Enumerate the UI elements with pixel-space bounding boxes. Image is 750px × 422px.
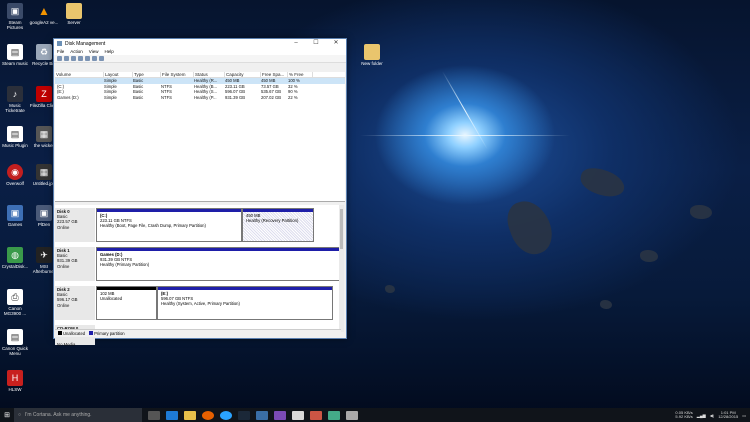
menu-bar: File Action View Help [54,48,346,55]
cortana-search[interactable]: ○ I'm Cortana. Ask me anything. [14,408,142,422]
afterburner-icon: ✈ [36,247,52,263]
back-icon[interactable] [57,56,62,61]
app-icon: ♪ [7,86,23,102]
disk-graphical-view: Disk 0 Basic 223.57 GB Online (C:) 223.11… [55,205,341,347]
vertical-scrollbar[interactable] [339,205,344,332]
notification-icon[interactable]: ▭ [742,413,746,418]
close-button[interactable]: ✕ [326,39,346,48]
desktop-icon-new-folder[interactable]: New folder [357,44,387,66]
column-layout[interactable]: Layout [104,72,133,77]
help-icon[interactable] [78,56,83,61]
properties-icon[interactable] [85,56,90,61]
desktop-icon-music-plugin[interactable]: ▤ Music Plugin [0,126,30,148]
folder-icon: ▣ [7,205,23,221]
partition-unallocated[interactable]: 102 MB Unallocated [96,286,157,320]
folder-icon [66,3,82,19]
disk-management-icon [57,41,62,46]
firefox-icon[interactable] [202,410,214,420]
disk-row-0: Disk 0 Basic 223.57 GB Online (C:) 223.11… [55,208,341,242]
column-type[interactable]: Type [133,72,161,77]
desktop-icon-crystaldisk[interactable]: ◍ CrystalDisk... [0,247,30,269]
title-bar[interactable]: Disk Management – ☐ ✕ [54,39,346,48]
desktop-icon-music-ticketrate[interactable]: ♪ Music Ticketrate [0,86,30,113]
disk-management-taskbar-icon[interactable] [346,410,358,420]
document-icon: ▤ [7,44,23,60]
desktop-icon-steam-pictures[interactable]: ▣ Steam Pictures [0,3,30,30]
partition-recovery[interactable]: 450 MB Healthy (Recovery Partition) [242,208,314,242]
overwolf-icon: ◉ [7,164,23,180]
clock[interactable]: 1:01 PM 12/28/2015 [718,410,738,420]
minimize-button[interactable]: – [286,39,306,48]
printer-icon: ⎙ [7,289,23,305]
network-download-rate: 5.92 KB/s [675,414,693,419]
hlsw-icon: H [7,370,23,386]
menu-file[interactable]: File [57,49,64,54]
app-icon[interactable] [328,410,340,420]
volume-icon[interactable]: ◀) [710,413,714,418]
column-file-system[interactable]: File System [161,72,194,77]
desktop-icon-vlc[interactable]: ▲ googleA2 ve... [29,3,59,26]
menu-action[interactable]: Action [70,49,83,54]
desktop-icon-server[interactable]: Server [59,3,89,25]
edge-icon[interactable] [166,410,178,420]
image-icon: ▦ [36,164,52,180]
desktop-icon-hlsw[interactable]: H HLSW [0,370,30,392]
volume-list: Volume Layout Type File System Status Ca… [55,72,345,202]
forward-icon[interactable] [64,56,69,61]
image-icon: ▦ [36,126,52,142]
recycle-bin-icon: ♻ [36,44,52,60]
app-icon: ▣ [36,205,52,221]
start-button[interactable]: ⊞ [0,408,14,422]
window-title: Disk Management [65,40,106,47]
toolbar [54,55,346,63]
desktop-icon-games[interactable]: ▣ Games [0,205,30,227]
disk-label[interactable]: Disk 2 Basic 596.17 GB Online [55,286,95,320]
table-row[interactable]: Games (D:) Simple Basic NTFS Healthy (P... 93… [55,95,345,101]
partition-c[interactable]: (C:) 223.11 GB NTFS Healthy (Boot, Page Fi… [96,208,242,242]
column-capacity[interactable]: Capacity [225,72,261,77]
maximize-button[interactable]: ☐ [306,39,326,48]
disk-icon: ◍ [7,247,23,263]
desktop-icon-canon-quick-menu[interactable]: ▤ Canon Quick Menu [0,329,30,356]
app-icon[interactable] [310,410,322,420]
column-status[interactable]: Status [194,72,225,77]
desktop-icon-overwolf[interactable]: ◉ Overwolf [0,164,30,186]
menu-help[interactable]: Help [104,49,113,54]
app-icon[interactable] [256,410,268,420]
desktop-icon-steam-music[interactable]: ▤ Steam music [0,44,30,66]
app-icon: ▤ [7,329,23,345]
filezilla-icon: Z [36,86,52,102]
column-free-space[interactable]: Free Spa... [261,72,288,77]
partition-e[interactable]: (E:) 596.07 GB NTFS Healthy (System, Activ… [157,286,333,320]
desktop-icon-canon-mg3900[interactable]: ⎙ Canon MG3900 ... [0,289,30,316]
folder-icon [364,44,380,60]
legend: Unallocated Primary partition [55,329,341,337]
steam-icon[interactable] [238,410,250,420]
chrome-icon[interactable] [220,410,232,420]
column-volume[interactable]: Volume [55,72,104,77]
disk-label[interactable]: Disk 1 Basic 931.39 GB Online [55,247,95,281]
menu-view[interactable]: View [89,49,99,54]
app-icon[interactable] [274,410,286,420]
vlc-icon: ▲ [38,3,50,18]
document-icon: ▤ [7,126,23,142]
disk-row-2: Disk 2 Basic 596.17 GB Online 102 MB Unal… [55,286,341,320]
taskbar: ⊞ ○ I'm Cortana. Ask me anything. 0.05 K… [0,408,750,422]
disk-row-1: Disk 1 Basic 931.39 GB Online Games (D:)… [55,247,341,281]
refresh-icon[interactable] [92,56,97,61]
column-percent-free[interactable]: % Free [288,72,313,77]
disk-label[interactable]: Disk 0 Basic 223.57 GB Online [55,208,95,242]
system-tray: 0.05 KB/s 5.92 KB/s ▂▄▆ ◀) 1:01 PM 12/28… [675,408,746,422]
disk-management-window[interactable]: Disk Management – ☐ ✕ File Action View H… [53,38,347,347]
file-explorer-icon[interactable] [184,410,196,420]
network-icon[interactable]: ▂▄▆ [697,413,706,418]
list-icon[interactable] [71,56,76,61]
task-view-icon[interactable] [148,410,160,420]
partition-games[interactable]: Games (D:) 931.39 GB NTFS Healthy (Primary… [96,247,340,281]
folder-icon: ▣ [7,3,23,19]
search-icon: ○ [18,412,22,418]
settings-icon[interactable] [99,56,104,61]
app-icon[interactable] [292,410,304,420]
